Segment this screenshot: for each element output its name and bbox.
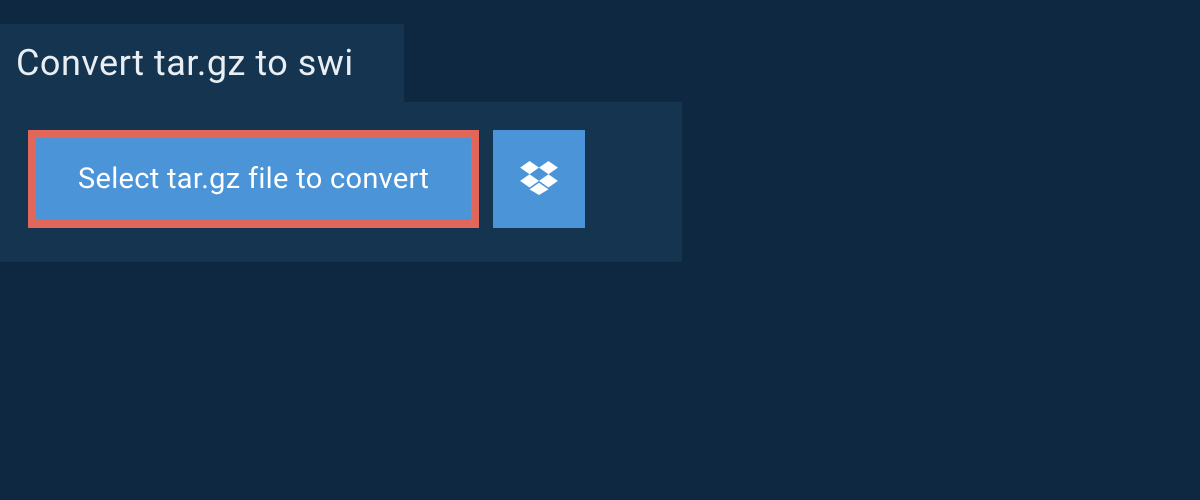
upload-panel: Select tar.gz file to convert bbox=[0, 102, 682, 262]
header-tab: Convert tar.gz to swi bbox=[0, 24, 404, 102]
dropbox-button[interactable] bbox=[493, 130, 585, 228]
select-file-label: Select tar.gz file to convert bbox=[78, 162, 429, 196]
page-title: Convert tar.gz to swi bbox=[16, 42, 354, 84]
select-file-button[interactable]: Select tar.gz file to convert bbox=[28, 130, 479, 228]
dropbox-icon bbox=[520, 161, 558, 198]
button-row: Select tar.gz file to convert bbox=[28, 130, 654, 228]
